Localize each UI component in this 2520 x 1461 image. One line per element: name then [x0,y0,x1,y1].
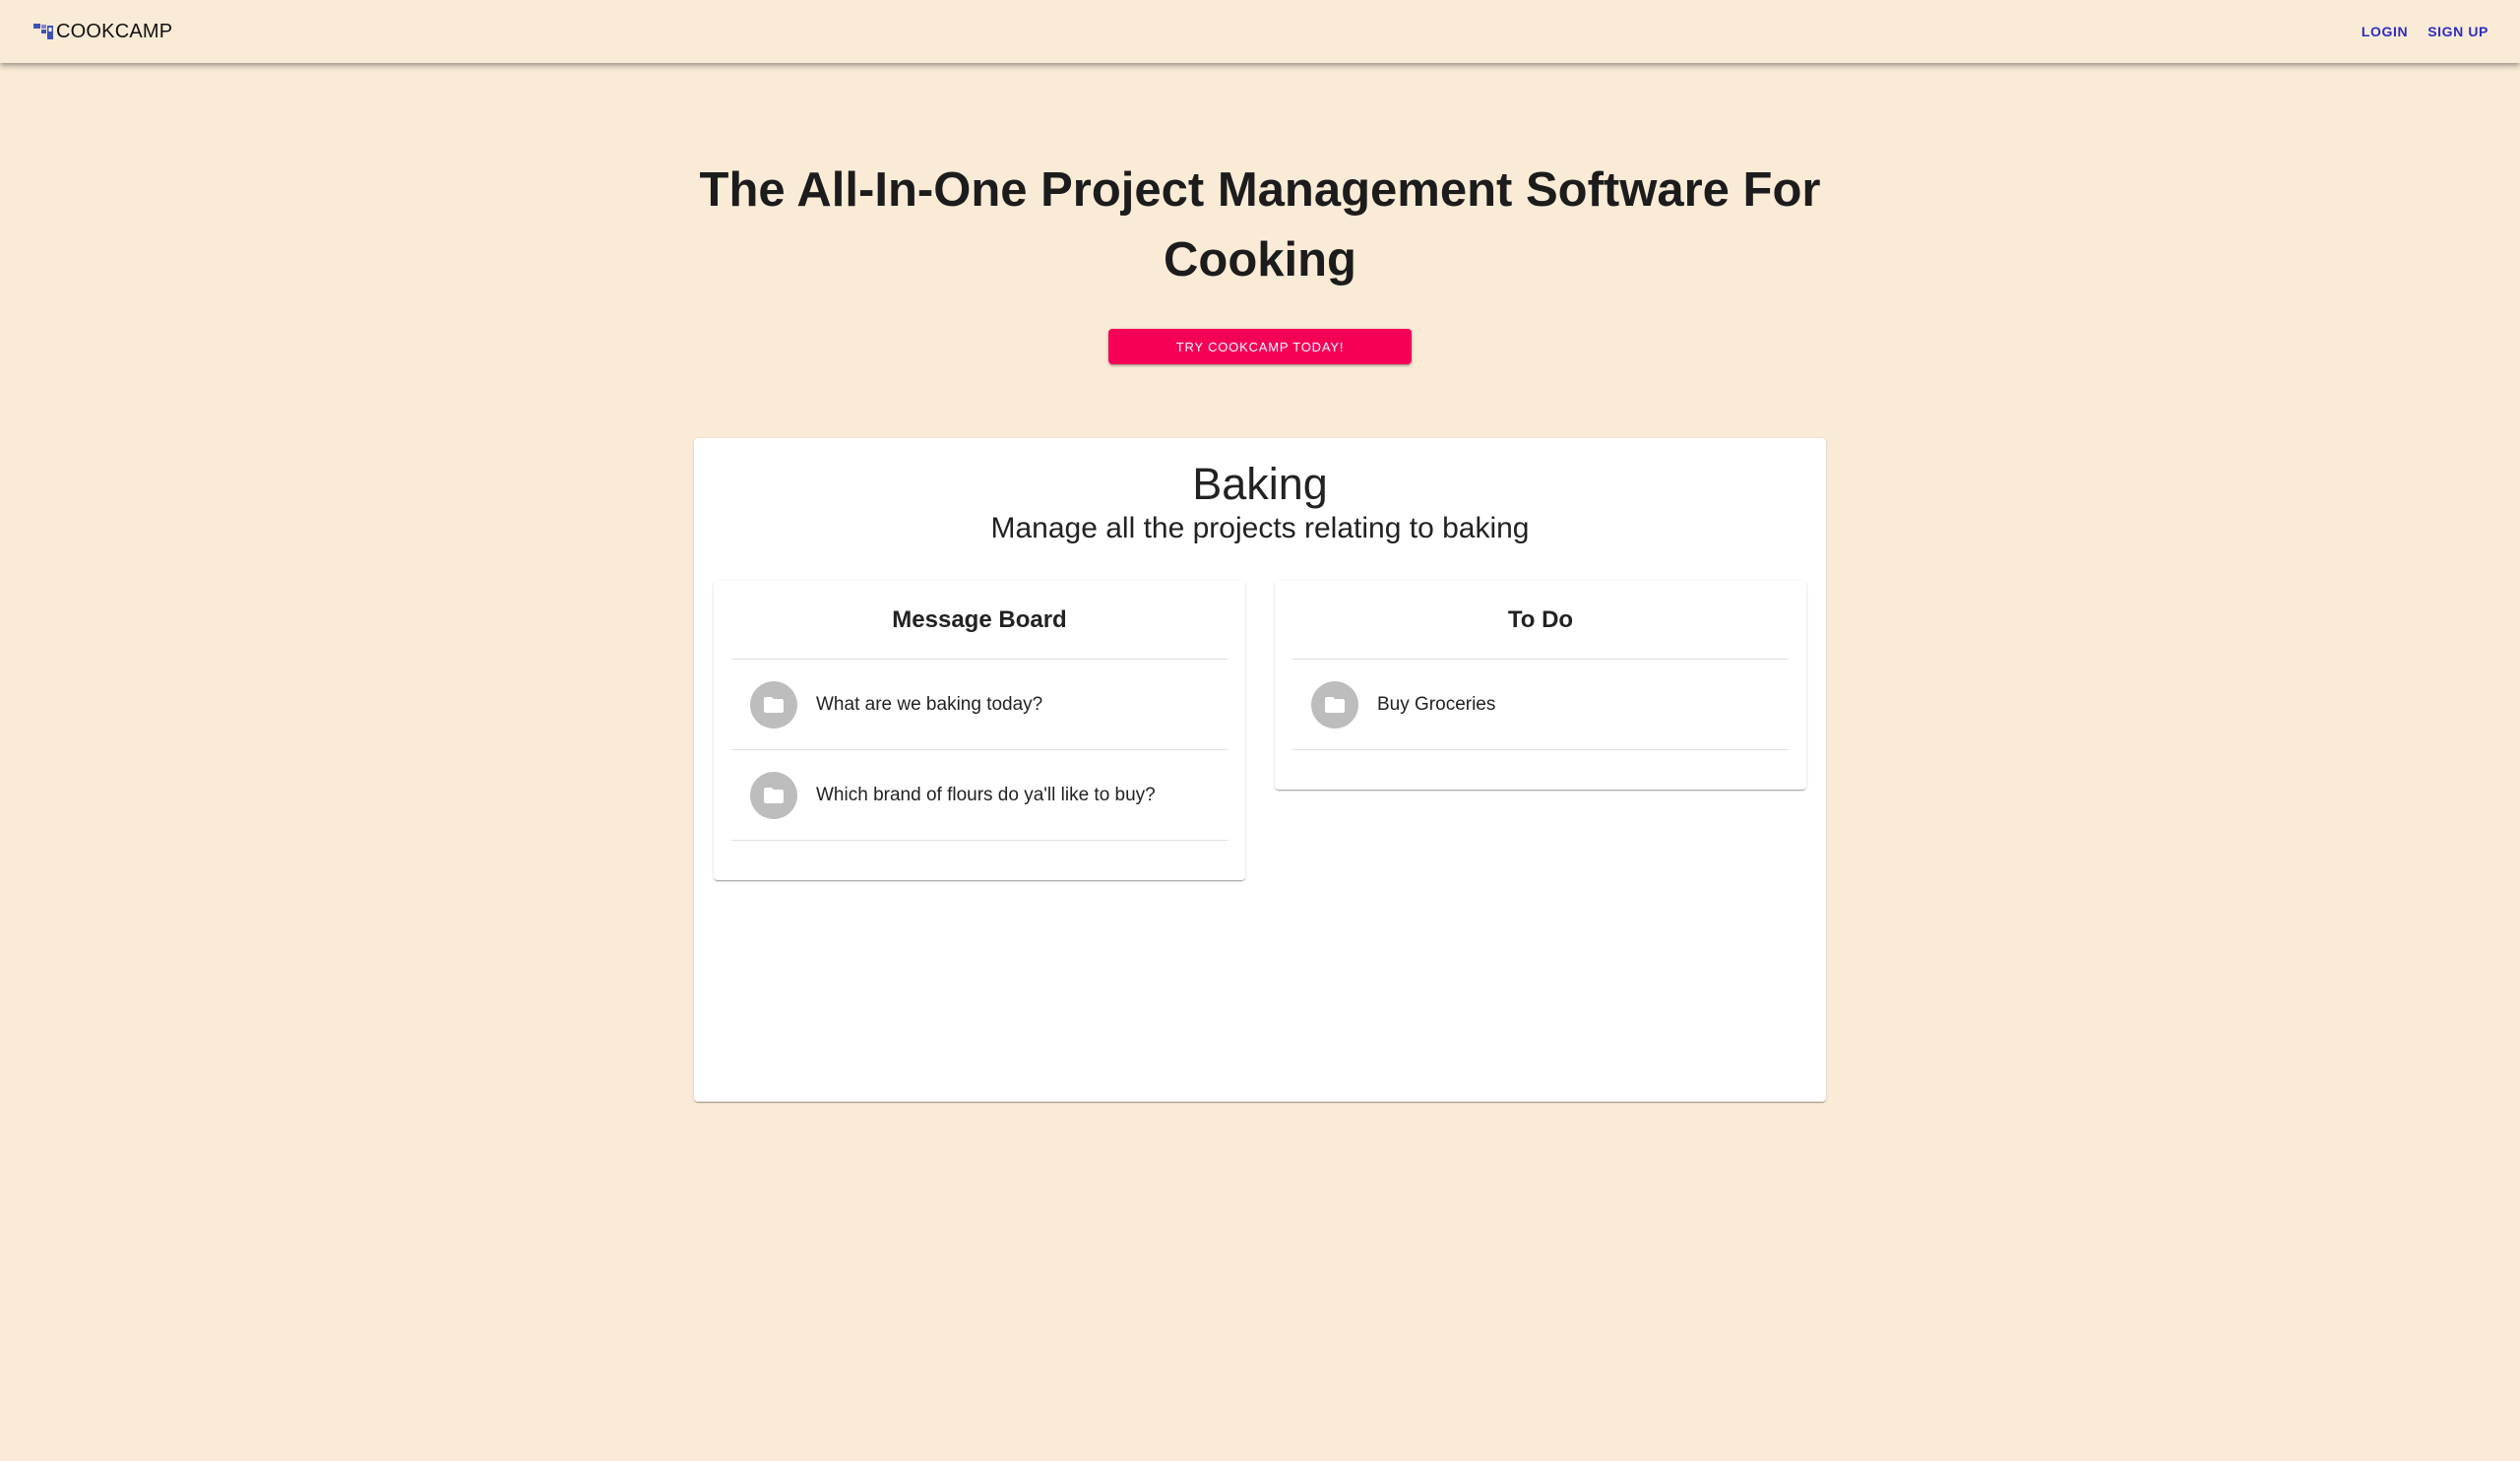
project-title: Baking [1192,459,1328,509]
list-item[interactable]: Buy Groceries [1292,660,1789,750]
brand[interactable]: COOKCAMP [32,20,172,43]
try-cookcamp-button[interactable]: TRY COOKCAMP TODAY! [1108,329,1412,364]
project-subtitle: Manage all the projects relating to baki… [990,512,1530,544]
avatar [750,771,797,819]
list-item-label: Which brand of flours do ya'll like to b… [816,784,1156,805]
logo-grid-icon [33,24,53,39]
message-board-card: Message Board What are we baking today? … [714,581,1245,880]
avatar [750,680,797,729]
list-item-label: What are we baking today? [816,693,1043,715]
brand-name: COOKCAMP [56,20,173,42]
message-board-title: Message Board [731,581,1228,660]
folder-icon [764,696,784,713]
todo-card: To Do Buy Groceries [1275,581,1806,790]
top-nav: LOGIN SIGN UP [2362,20,2488,43]
app-bar: COOKCAMP LOGIN SIGN UP [0,0,2520,63]
signup-button[interactable]: SIGN UP [2427,20,2488,43]
folder-icon [764,787,784,803]
list-item[interactable]: What are we baking today? [731,660,1228,750]
list-item-label: Buy Groceries [1377,693,1496,715]
hero-title: The All-In-One Project Management Softwa… [699,163,1821,286]
message-board-list: What are we baking today? Which brand of… [731,660,1228,841]
todo-list: Buy Groceries [1292,660,1789,750]
project-panel: Baking Manage all the projects relating … [694,438,1826,1102]
todo-title: To Do [1292,581,1789,660]
list-item[interactable]: Which brand of flours do ya'll like to b… [731,750,1228,841]
avatar [1311,680,1358,729]
login-button[interactable]: LOGIN [2362,20,2408,43]
folder-icon [1325,696,1345,713]
